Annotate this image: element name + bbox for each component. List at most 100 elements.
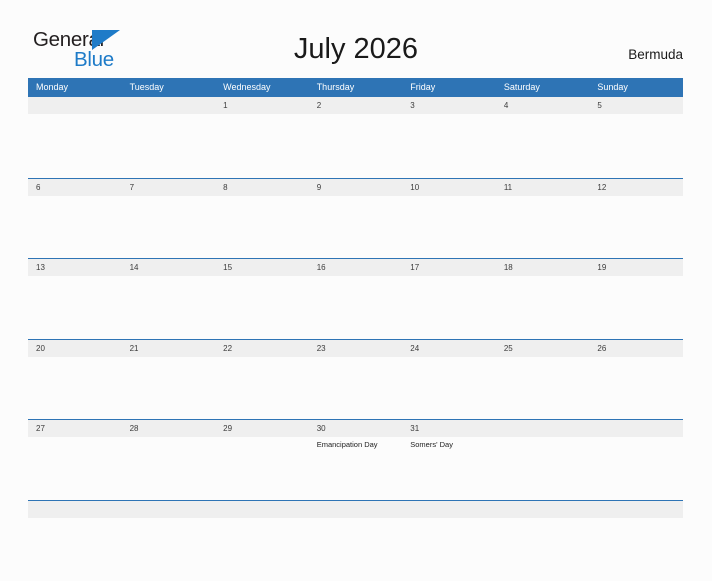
week-day-number-strip <box>28 500 683 518</box>
page-title: July 2026 <box>293 33 419 65</box>
day-number[interactable] <box>309 501 403 518</box>
day-number[interactable]: 30 <box>309 420 403 437</box>
day-event-emancipation-day: Emancipation Day <box>316 440 378 450</box>
day-number[interactable] <box>496 501 590 518</box>
week-day-number-strip: 1 2 3 4 5 <box>28 97 683 114</box>
day-number[interactable]: 19 <box>589 259 683 276</box>
day-number[interactable]: 24 <box>402 340 496 357</box>
day-event-somers-day: Somers' Day <box>410 440 453 450</box>
day-event <box>496 196 590 258</box>
day-number[interactable]: 11 <box>496 179 590 196</box>
day-number[interactable] <box>215 501 309 518</box>
week-day-number-strip: 20 21 22 23 24 25 26 <box>28 339 683 357</box>
day-event <box>122 437 216 499</box>
day-event <box>402 518 496 580</box>
week-event-body <box>28 196 683 258</box>
day-number[interactable] <box>402 501 496 518</box>
day-event <box>215 437 309 499</box>
day-event <box>589 196 683 258</box>
day-event <box>122 196 216 258</box>
day-number[interactable]: 7 <box>122 179 216 196</box>
day-event <box>402 114 496 176</box>
week-row: 1 2 3 4 5 <box>28 97 683 178</box>
day-number[interactable]: 9 <box>309 179 403 196</box>
page-header: General Blue July 2026 Bermuda <box>0 0 712 78</box>
day-event <box>402 276 496 338</box>
day-number[interactable]: 27 <box>28 420 122 437</box>
weekday-header-sunday: Sunday <box>597 82 628 92</box>
week-row: 13 14 15 16 17 18 19 <box>28 258 683 339</box>
week-day-number-strip: 13 14 15 16 17 18 19 <box>28 259 683 277</box>
day-number[interactable]: 22 <box>215 340 309 357</box>
weekday-header-monday: Monday <box>36 82 69 92</box>
day-number[interactable]: 12 <box>589 179 683 196</box>
day-number[interactable]: 18 <box>496 259 590 276</box>
day-number[interactable]: 1 <box>215 97 309 114</box>
day-event <box>28 437 122 499</box>
day-event <box>28 114 122 176</box>
week-row: 20 21 22 23 24 25 26 <box>28 338 683 420</box>
day-number[interactable]: 4 <box>496 97 590 114</box>
day-event <box>402 196 496 258</box>
day-event <box>496 518 590 580</box>
day-number[interactable]: 31 <box>402 420 496 437</box>
day-event <box>589 357 683 419</box>
weekday-header-saturday: Saturday <box>503 82 540 92</box>
day-event <box>28 518 122 580</box>
week-row <box>28 499 683 581</box>
day-event <box>28 357 122 419</box>
weekday-header-tuesday: Tuesday <box>129 82 164 92</box>
day-event <box>589 518 683 580</box>
day-number[interactable]: 6 <box>28 179 122 196</box>
day-event <box>215 518 309 580</box>
day-number[interactable]: 10 <box>402 179 496 196</box>
weekday-header-friday: Friday <box>410 82 436 92</box>
week-event-body <box>28 276 683 338</box>
region-label: Bermuda <box>628 47 683 62</box>
day-event <box>496 276 590 338</box>
week-event-body <box>28 518 683 580</box>
day-event <box>215 276 309 338</box>
day-event <box>122 518 216 580</box>
day-number[interactable]: 28 <box>122 420 216 437</box>
day-number[interactable]: 16 <box>309 259 403 276</box>
day-number[interactable]: 25 <box>496 340 590 357</box>
day-number[interactable]: 17 <box>402 259 496 276</box>
day-number[interactable] <box>589 501 683 518</box>
day-number[interactable] <box>496 420 590 437</box>
weekday-header-wednesday: Wednesday <box>223 82 271 92</box>
day-number[interactable] <box>589 420 683 437</box>
day-number[interactable]: 13 <box>28 259 122 276</box>
weekday-header-row: Monday Tuesday Wednesday Thursday Friday… <box>28 78 683 97</box>
day-number[interactable]: 20 <box>28 340 122 357</box>
day-number[interactable]: 2 <box>309 97 403 114</box>
week-event-body: Emancipation Day Somers' Day <box>28 437 683 499</box>
day-event <box>589 437 683 499</box>
day-number[interactable]: 5 <box>589 97 683 114</box>
day-number[interactable] <box>122 501 216 518</box>
day-number[interactable]: 26 <box>589 340 683 357</box>
day-event <box>402 357 496 419</box>
day-event <box>589 114 683 176</box>
day-number[interactable]: 23 <box>309 340 403 357</box>
day-event <box>496 357 590 419</box>
day-number[interactable] <box>122 97 216 114</box>
day-event <box>28 276 122 338</box>
week-row: 27 28 29 30 31 Emancipation Day Somers' … <box>28 419 683 500</box>
day-number[interactable]: 14 <box>122 259 216 276</box>
week-day-number-strip: 27 28 29 30 31 <box>28 420 683 438</box>
day-event <box>122 114 216 176</box>
day-number[interactable]: 15 <box>215 259 309 276</box>
day-number[interactable]: 21 <box>122 340 216 357</box>
day-event <box>309 357 403 419</box>
day-number[interactable]: 3 <box>402 97 496 114</box>
weekday-header-thursday: Thursday <box>316 82 355 92</box>
day-number[interactable]: 8 <box>215 179 309 196</box>
day-number[interactable] <box>28 501 122 518</box>
day-number[interactable]: 29 <box>215 420 309 437</box>
day-event <box>496 114 590 176</box>
week-event-body <box>28 357 683 419</box>
day-number[interactable] <box>28 97 122 114</box>
day-event <box>589 276 683 338</box>
week-event-body <box>28 114 683 176</box>
